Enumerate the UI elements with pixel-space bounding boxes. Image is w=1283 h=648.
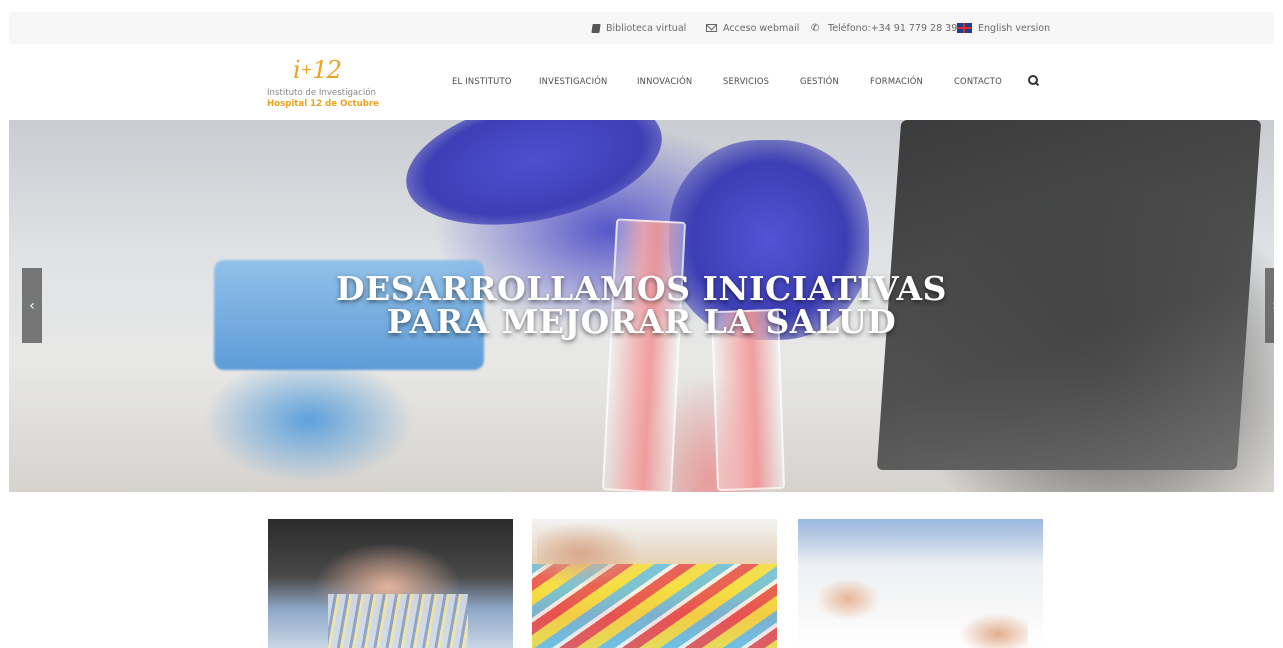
- logo-institute-name: Instituto de Investigación: [267, 88, 376, 98]
- hero-caption-line-2: PARA MEJORAR LA SALUD: [386, 302, 897, 341]
- institute-logo[interactable]: i+12 Instituto de Investigación Hospital…: [267, 56, 387, 112]
- slider-next-button[interactable]: ›: [1265, 268, 1274, 343]
- top-utility-bar: Biblioteca virtual Acceso webmail ✆ Telé…: [9, 12, 1274, 44]
- site-header: i+12 Instituto de Investigación Hospital…: [9, 44, 1274, 120]
- chevron-left-icon: ‹: [29, 297, 35, 314]
- nav-servicios[interactable]: SERVICIOS: [723, 76, 769, 86]
- uk-flag-icon: [957, 23, 972, 33]
- chevron-right-icon: ›: [1272, 298, 1274, 314]
- book-icon: [591, 23, 601, 33]
- logo-hospital-name: Hospital 12 de Octubre: [267, 99, 379, 109]
- biblioteca-virtual-link[interactable]: Biblioteca virtual: [591, 20, 687, 36]
- slider-prev-button[interactable]: ‹: [22, 268, 42, 343]
- nav-investigacion[interactable]: INVESTIGACIÓN: [539, 76, 608, 86]
- hero-caption-line-1: DESARROLLAMOS INICIATIVAS: [336, 269, 947, 308]
- telefono-link[interactable]: ✆ Teléfono:+34 91 779 28 39: [811, 20, 957, 36]
- hero-caption: DESARROLLAMOS INICIATIVAS PARA MEJORAR L…: [9, 272, 1274, 338]
- hero-cuvette-left: [601, 218, 687, 492]
- topbar-links: Biblioteca virtual Acceso webmail ✆ Telé…: [9, 12, 1274, 44]
- nav-el-instituto[interactable]: EL INSTITUTO: [452, 76, 512, 86]
- mail-icon: [706, 24, 717, 32]
- nav-contacto[interactable]: CONTACTO: [954, 76, 1002, 86]
- english-version-link[interactable]: English version: [957, 20, 1050, 36]
- feature-image-binders[interactable]: [268, 519, 513, 648]
- telefono-label: Teléfono:+34 91 779 28 39: [828, 22, 958, 34]
- acceso-webmail-label: Acceso webmail: [723, 22, 800, 34]
- nav-innovacion[interactable]: INNOVACIÓN: [637, 76, 692, 86]
- phone-icon: ✆: [811, 22, 820, 34]
- feature-image-file-folders[interactable]: [532, 519, 777, 648]
- search-icon[interactable]: [1028, 75, 1039, 86]
- logo-mark: i+12: [293, 56, 342, 84]
- biblioteca-virtual-label: Biblioteca virtual: [606, 22, 687, 34]
- english-version-label: English version: [978, 22, 1051, 34]
- acceso-webmail-link[interactable]: Acceso webmail: [706, 20, 799, 36]
- nav-formacion[interactable]: FORMACIÓN: [870, 76, 923, 86]
- nav-gestion[interactable]: GESTIÓN: [800, 76, 839, 86]
- feature-image-signing-document[interactable]: [798, 519, 1043, 648]
- hero-slider: DESARROLLAMOS INICIATIVAS PARA MEJORAR L…: [9, 120, 1274, 492]
